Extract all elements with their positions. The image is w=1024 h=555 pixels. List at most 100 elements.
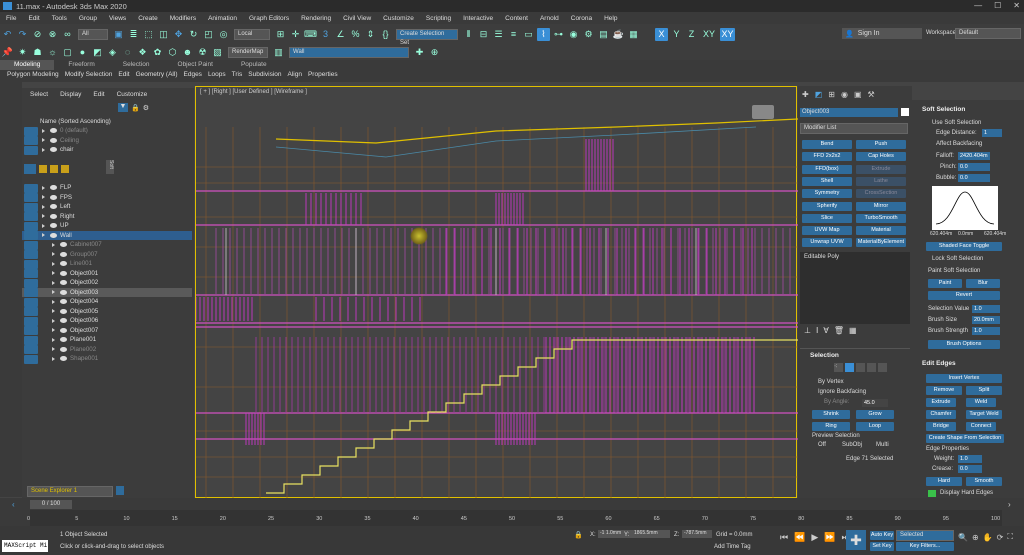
expand-arrow-icon[interactable] bbox=[52, 356, 55, 361]
curve-editor-icon[interactable]: ⌇ bbox=[537, 27, 550, 41]
material-editor-icon[interactable]: ◉ bbox=[567, 28, 580, 41]
layer-explorer-icon[interactable]: ≡ bbox=[507, 28, 520, 41]
next-frame-icon[interactable]: ⏩ bbox=[824, 532, 835, 543]
scene-item[interactable]: FLP bbox=[22, 183, 192, 193]
utilities-tab-icon[interactable]: ⚒ bbox=[868, 90, 875, 99]
teapot-icon[interactable]: ☗ bbox=[31, 46, 44, 59]
ribbon-item-align[interactable]: Align bbox=[285, 71, 305, 78]
selection-title[interactable]: Selection bbox=[810, 352, 839, 359]
visibility-eye-icon[interactable] bbox=[60, 356, 67, 362]
hard-edge-color-swatch[interactable] bbox=[928, 490, 936, 497]
make-unique-icon[interactable]: ∀ bbox=[823, 326, 828, 335]
configure-icon[interactable]: ▦ bbox=[849, 326, 857, 335]
expand-arrow-icon[interactable] bbox=[52, 242, 55, 247]
layer-toggle-icon[interactable] bbox=[24, 335, 38, 345]
pin-stack-icon[interactable]: ⊥ bbox=[804, 326, 811, 335]
schematic-view-icon[interactable]: ⊶ bbox=[552, 28, 565, 41]
layer-toggle-icon[interactable] bbox=[24, 240, 38, 250]
render-icon[interactable]: ▦ bbox=[627, 28, 640, 41]
layer-toggle-icon[interactable] bbox=[24, 136, 38, 145]
chamfer-button[interactable]: Chamfer bbox=[926, 410, 956, 419]
scene-item[interactable]: FPS bbox=[22, 193, 192, 202]
visibility-eye-icon[interactable] bbox=[60, 337, 67, 343]
edit-named-sets-icon[interactable]: {} bbox=[379, 28, 392, 41]
crease-field[interactable]: 0.0 bbox=[958, 465, 982, 473]
insert-vertex-button[interactable]: Insert Vertex bbox=[926, 374, 1002, 383]
scene-item[interactable]: Object003 bbox=[22, 287, 192, 297]
split-button[interactable]: Split bbox=[966, 386, 1002, 395]
hierarchy-tab-icon[interactable]: ⊞ bbox=[828, 90, 835, 99]
scene-item[interactable]: Line001 bbox=[22, 259, 192, 269]
modifier-button-spherify[interactable]: Spherify bbox=[802, 201, 852, 211]
layer-toggle-icon[interactable] bbox=[24, 250, 38, 259]
edge-distance-checkbox[interactable]: Edge Distance: bbox=[936, 130, 977, 136]
ribbon-tab-object-paint[interactable]: Object Paint bbox=[164, 60, 227, 70]
rendered-frame-icon[interactable]: ▤ bbox=[597, 28, 610, 41]
system-icon[interactable]: ❖ bbox=[136, 46, 149, 59]
visibility-eye-icon[interactable] bbox=[50, 128, 57, 134]
expand-arrow-icon[interactable] bbox=[52, 261, 55, 266]
falloff-field[interactable]: 2420.404m bbox=[958, 152, 990, 160]
modifier-button-uvw-map[interactable]: UVW Map bbox=[802, 226, 852, 236]
ribbon-item-loops[interactable]: Loops bbox=[205, 71, 229, 78]
visibility-eye-icon[interactable] bbox=[60, 299, 67, 305]
vertex-icon[interactable]: ⁖ bbox=[834, 363, 843, 372]
layer-toggle-icon[interactable] bbox=[24, 307, 38, 316]
layer-toggle-icon[interactable] bbox=[24, 354, 38, 364]
ribbon-tab-selection[interactable]: Selection bbox=[109, 60, 164, 70]
modifier-button-unwrap-uvw[interactable]: Unwrap UVW bbox=[802, 238, 852, 248]
camera-icon[interactable]: ◩ bbox=[91, 46, 104, 59]
layer-toggle-icon[interactable] bbox=[24, 183, 38, 193]
bridge-button[interactable]: Bridge bbox=[926, 422, 956, 431]
axis-x-button[interactable]: X bbox=[655, 27, 668, 41]
reference-coordinate-dropdown[interactable]: Local bbox=[234, 28, 270, 40]
polygon-icon[interactable] bbox=[867, 363, 876, 372]
scene-explorer-dropdown[interactable]: Scene Explorer 1 bbox=[27, 486, 113, 497]
box-icon[interactable]: ▢ bbox=[61, 46, 74, 59]
visibility-eye-icon[interactable] bbox=[50, 147, 57, 153]
ignore-backfacing-checkbox[interactable]: Ignore Backfacing bbox=[818, 389, 866, 395]
modifier-button-ffd-box-[interactable]: FFD(box) bbox=[802, 164, 852, 174]
lock-icon[interactable]: 🔒 bbox=[131, 104, 140, 112]
expand-arrow-icon[interactable] bbox=[52, 328, 55, 333]
goto-start-icon[interactable]: ⏮ bbox=[780, 532, 788, 543]
revert-button[interactable]: Revert bbox=[928, 291, 1000, 300]
viewport[interactable]: [ + ] [Right ] [User Defined ] [Wirefram… bbox=[195, 86, 798, 499]
ring-button[interactable]: Ring bbox=[812, 422, 850, 431]
hierarchy-tool-icon[interactable] bbox=[50, 165, 58, 173]
grow-button[interactable]: Grow bbox=[856, 410, 894, 419]
preview-multi-radio[interactable]: Multi bbox=[876, 442, 889, 448]
lock-selection-icon[interactable]: 🔒 bbox=[574, 531, 583, 539]
element-icon[interactable] bbox=[878, 363, 887, 372]
scene-item[interactable]: Object006 bbox=[22, 316, 192, 326]
maxscript-listener[interactable]: MAXScript Mi bbox=[2, 540, 48, 552]
menu-corona[interactable]: Corona bbox=[565, 15, 598, 22]
modifier-button-materialbyelement[interactable]: MaterialByElement bbox=[856, 238, 906, 248]
visibility-eye-icon[interactable] bbox=[50, 137, 57, 143]
menu-civil-view[interactable]: Civil View bbox=[337, 15, 377, 22]
layer-toggle-icon[interactable] bbox=[24, 297, 38, 307]
modify-tab-icon[interactable]: ◩ bbox=[815, 90, 823, 99]
layer-toggle-icon[interactable] bbox=[24, 221, 38, 231]
window-crossing-icon[interactable]: ◫ bbox=[157, 28, 170, 41]
display-tab-icon[interactable]: ▣ bbox=[854, 90, 862, 99]
axis-z-button[interactable]: Z bbox=[685, 28, 698, 41]
select-by-name-icon[interactable]: ≣ bbox=[127, 28, 140, 41]
modifier-button-crosssection[interactable]: CrossSection bbox=[856, 189, 906, 199]
menu-graph-editors[interactable]: Graph Editors bbox=[243, 15, 295, 22]
expand-arrow-icon[interactable] bbox=[42, 147, 45, 152]
ribbon-item-subdivision[interactable]: Subdivision bbox=[245, 71, 284, 78]
modifier-button-extrude[interactable]: Extrude bbox=[856, 164, 906, 174]
layer-toggle-icon[interactable] bbox=[24, 193, 38, 202]
scene-item[interactable]: Cabinet007 bbox=[22, 240, 192, 250]
menu-create[interactable]: Create bbox=[132, 15, 164, 22]
hard-button[interactable]: Hard bbox=[926, 477, 962, 486]
expand-arrow-icon[interactable] bbox=[52, 271, 55, 276]
layer-toggle-icon[interactable] bbox=[24, 278, 38, 288]
rendermap-dropdown[interactable]: RenderMap bbox=[228, 46, 268, 58]
create-shape-button[interactable]: Create Shape From Selection bbox=[926, 434, 1004, 443]
menu-help[interactable]: Help bbox=[598, 15, 623, 22]
render-frame-icon[interactable]: ▧ bbox=[211, 46, 224, 59]
expand-arrow-icon[interactable] bbox=[52, 347, 55, 352]
stack-item[interactable]: Editable Poly bbox=[804, 254, 839, 260]
